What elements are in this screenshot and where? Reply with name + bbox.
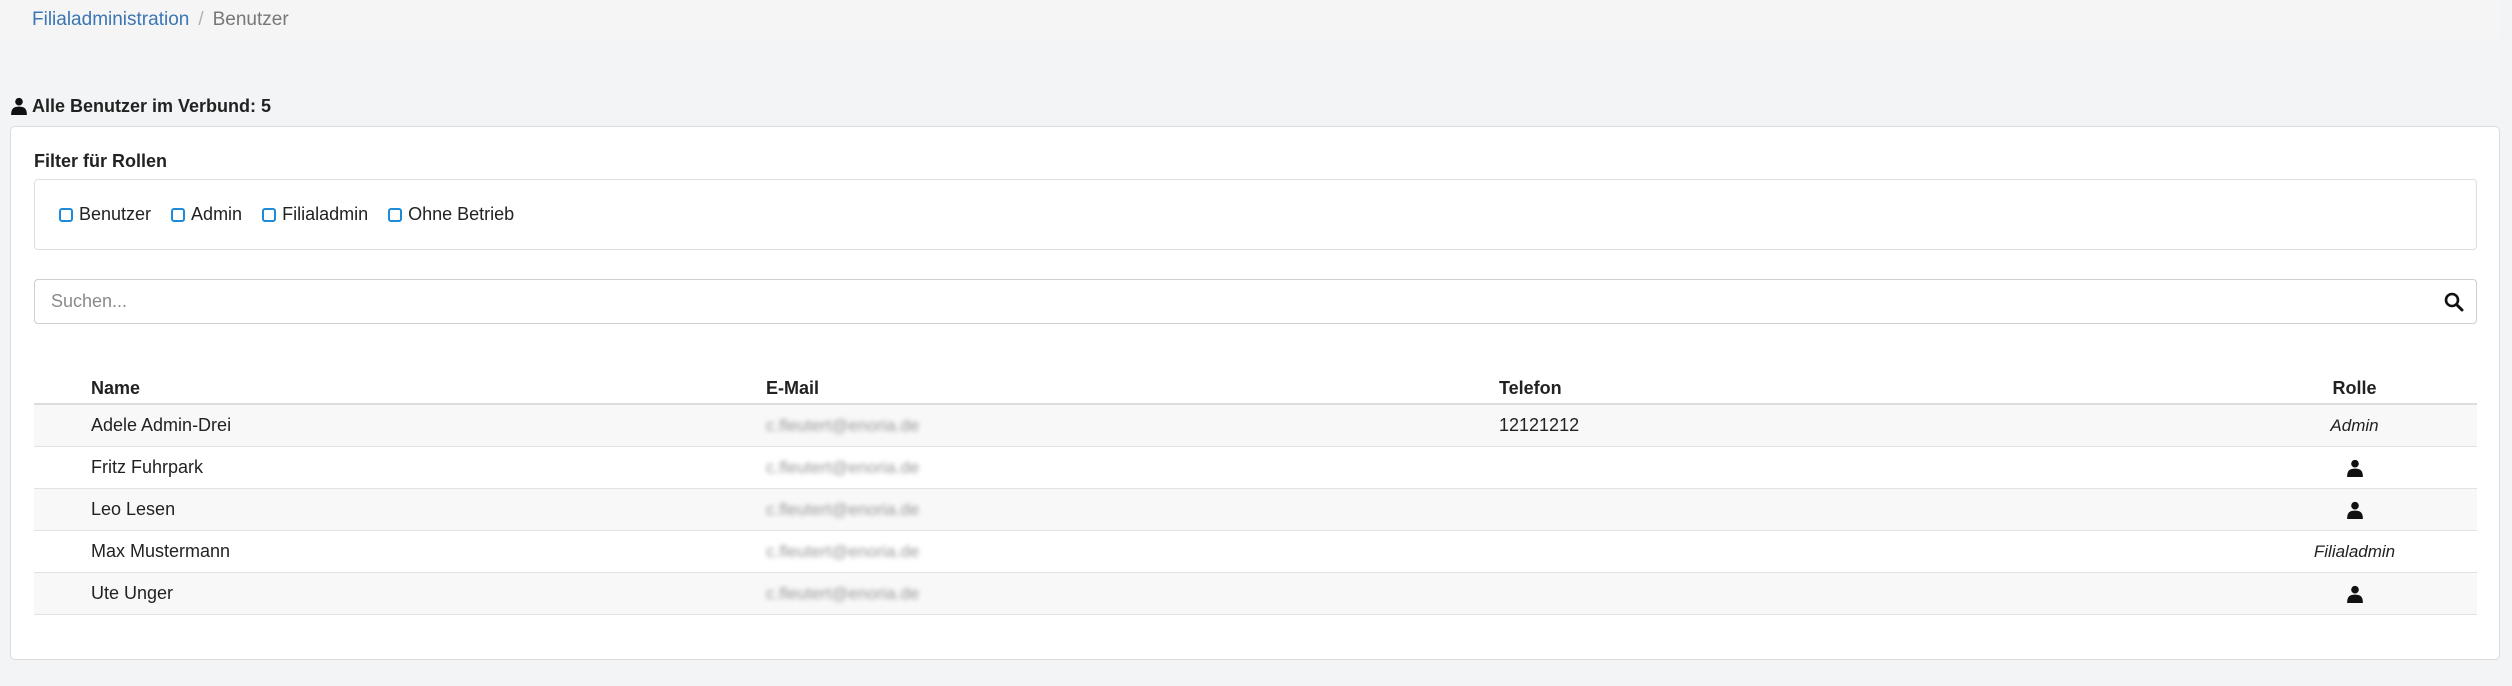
cell-name: Leo Lesen [34, 488, 766, 531]
page-heading: Alle Benutzer im Verbund: 5 [10, 96, 271, 116]
table-row[interactable]: Adele Admin-Drei c.fleutert@enoria.de 12… [34, 404, 2477, 447]
breadcrumb: Filialadministration / Benutzer [0, 0, 2500, 42]
search-input[interactable] [35, 280, 2476, 323]
email-blurred: c.fleutert@enoria.de [766, 541, 920, 561]
email-blurred: c.fleutert@enoria.de [766, 457, 920, 477]
cell-role: Filialadmin [2232, 530, 2477, 573]
checkbox[interactable] [171, 207, 186, 222]
cell-phone [1499, 572, 2232, 615]
person-icon [2346, 501, 2363, 519]
breadcrumb-link-filialadministration[interactable]: Filialadministration [32, 9, 189, 30]
cell-email: c.fleutert@enoria.de [766, 404, 1499, 447]
cell-name: Adele Admin-Drei [34, 404, 766, 447]
column-header-email[interactable]: E-Mail [766, 359, 1499, 405]
cell-name: Ute Unger [34, 572, 766, 615]
email-blurred: c.fleutert@enoria.de [766, 583, 920, 603]
cell-role: Admin [2232, 404, 2477, 447]
cell-phone: 12121212 [1499, 404, 2232, 447]
filter-option-label: Filialadmin [282, 204, 369, 224]
filter-option-label: Benutzer [79, 204, 152, 224]
column-header-name[interactable]: Name [34, 359, 766, 405]
table-row[interactable]: Max Mustermann c.fleutert@enoria.de Fili… [34, 530, 2477, 573]
cell-phone [1499, 488, 2232, 531]
cell-name: Fritz Fuhrpark [34, 446, 766, 489]
checkbox[interactable] [59, 207, 73, 222]
cell-role [2232, 488, 2477, 531]
cell-email: c.fleutert@enoria.de [766, 446, 1499, 489]
users-table: Name E-Mail Telefon Rolle Adele Admin-Dr… [34, 359, 2477, 615]
role-label: Admin [2330, 415, 2379, 435]
table-header-row: Name E-Mail Telefon Rolle [34, 359, 2477, 405]
cell-email: c.fleutert@enoria.de [766, 530, 1499, 573]
cell-name: Max Mustermann [34, 530, 766, 573]
filter-option-label: Ohne Betrieb [408, 204, 515, 224]
table-row[interactable]: Fritz Fuhrpark c.fleutert@enoria.de [34, 446, 2477, 489]
filter-title: Filter für Rollen [34, 151, 168, 171]
breadcrumb-current: Benutzer [212, 9, 289, 30]
role-filter-group: Benutzer Admin Filialadmin Ohne Betrieb [34, 179, 2477, 250]
email-blurred: c.fleutert@enoria.de [766, 415, 920, 435]
person-icon [2346, 585, 2363, 603]
search-icon[interactable] [2444, 292, 2464, 312]
cell-phone [1499, 530, 2232, 573]
users-panel: Filter für Rollen Benutzer Admin Filiala… [10, 126, 2500, 660]
role-label: Filialadmin [2313, 541, 2396, 561]
cell-role [2232, 572, 2477, 615]
cell-role [2232, 446, 2477, 489]
filter-option-admin[interactable]: Admin [171, 204, 242, 225]
filter-option-label: Admin [191, 204, 243, 224]
person-icon [11, 97, 27, 115]
breadcrumb-separator: / [198, 9, 204, 30]
checkbox[interactable] [262, 207, 277, 222]
table-row[interactable]: Ute Unger c.fleutert@enoria.de [34, 572, 2477, 615]
person-icon [2346, 459, 2363, 477]
cell-phone [1499, 446, 2232, 489]
column-header-phone[interactable]: Telefon [1499, 359, 2232, 405]
filter-option-benutzer[interactable]: Benutzer [59, 204, 151, 225]
filter-option-ohne-betrieb[interactable]: Ohne Betrieb [388, 204, 514, 225]
column-header-role[interactable]: Rolle [2232, 359, 2477, 405]
table-row[interactable]: Leo Lesen c.fleutert@enoria.de [34, 488, 2477, 531]
page-heading-text: Alle Benutzer im Verbund: 5 [32, 96, 272, 116]
search-box [34, 279, 2477, 324]
checkbox[interactable] [388, 207, 403, 222]
cell-email: c.fleutert@enoria.de [766, 488, 1499, 531]
email-blurred: c.fleutert@enoria.de [766, 499, 920, 519]
cell-email: c.fleutert@enoria.de [766, 572, 1499, 615]
filter-option-filialadmin[interactable]: Filialadmin [262, 204, 368, 225]
